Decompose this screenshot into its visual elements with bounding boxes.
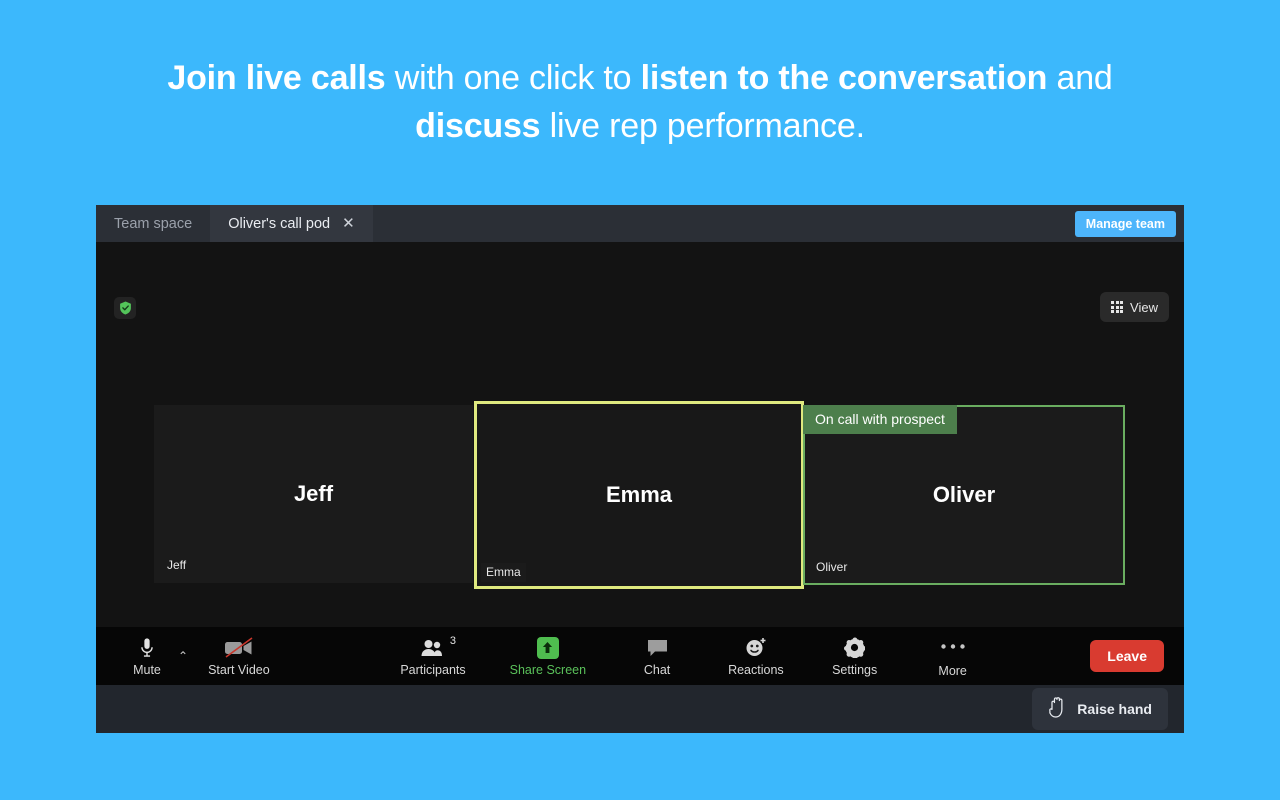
share-screen-button[interactable]: Share Screen bbox=[510, 636, 586, 677]
chat-label: Chat bbox=[643, 662, 671, 677]
settings-label: Settings bbox=[832, 662, 878, 677]
headline-segment-5: discuss bbox=[415, 107, 541, 145]
toolbar-left-group: Mute ⌃ Start Video bbox=[96, 636, 270, 677]
gear-icon bbox=[844, 636, 866, 660]
participant-chip-emma: Emma bbox=[481, 563, 526, 582]
participant-chip-jeff: Jeff bbox=[162, 556, 192, 575]
toolbar-center-group: 3 Participants Share Screen Chat Reactio… bbox=[270, 634, 1091, 678]
video-stage: View Jeff Jeff Emma Emma On call with pr… bbox=[96, 242, 1184, 627]
share-screen-icon bbox=[536, 636, 559, 660]
mute-label: Mute bbox=[133, 662, 161, 677]
chat-bubble-icon bbox=[646, 636, 669, 660]
toolbar-right-group: Leave bbox=[1090, 640, 1184, 672]
chat-button[interactable]: Chat bbox=[630, 636, 684, 677]
headline-segment-4: and bbox=[1047, 59, 1113, 97]
raised-hand-icon bbox=[1048, 697, 1067, 721]
headline-segment-2: with one click to bbox=[385, 59, 641, 97]
start-video-label: Start Video bbox=[208, 662, 270, 677]
more-button[interactable]: More bbox=[926, 634, 980, 678]
chevron-up-icon[interactable]: ⌃ bbox=[178, 650, 188, 662]
call-toolbar: Mute ⌃ Start Video 3 Participants Share … bbox=[96, 627, 1184, 685]
reactions-icon bbox=[745, 636, 767, 660]
titlebar: Team space Oliver's call pod ✕ Manage te… bbox=[96, 205, 1184, 242]
tab-olivers-call-pod[interactable]: Oliver's call pod ✕ bbox=[210, 205, 373, 242]
participant-tile-emma[interactable]: Emma Emma bbox=[474, 401, 804, 589]
mute-button[interactable]: Mute bbox=[120, 636, 174, 677]
share-screen-label: Share Screen bbox=[509, 662, 587, 677]
raise-hand-label: Raise hand bbox=[1077, 701, 1152, 717]
participant-name-oliver: Oliver bbox=[932, 482, 996, 507]
participant-name-emma: Emma bbox=[605, 482, 673, 507]
leave-button[interactable]: Leave bbox=[1090, 640, 1164, 672]
settings-button[interactable]: Settings bbox=[828, 636, 882, 677]
microphone-icon bbox=[140, 636, 154, 660]
reactions-label: Reactions bbox=[728, 662, 784, 677]
participant-name-jeff: Jeff bbox=[293, 481, 334, 506]
participants-button[interactable]: 3 Participants bbox=[400, 635, 466, 677]
tab-olivers-call-pod-label: Oliver's call pod bbox=[228, 215, 331, 232]
video-call-window: Team space Oliver's call pod ✕ Manage te… bbox=[96, 205, 1184, 733]
participants-count: 3 bbox=[449, 634, 456, 647]
headline-segment-3: listen to the conversation bbox=[640, 59, 1048, 97]
on-call-status-badge: On call with prospect bbox=[803, 405, 957, 434]
start-video-button[interactable]: Start Video bbox=[208, 636, 270, 677]
ellipsis-icon bbox=[940, 634, 966, 658]
participants-label: Participants bbox=[400, 662, 466, 677]
participants-icon: 3 bbox=[420, 635, 456, 660]
headline-segment-6: live rep performance. bbox=[540, 107, 865, 145]
manage-team-button[interactable]: Manage team bbox=[1074, 210, 1176, 237]
titlebar-spacer bbox=[373, 205, 1075, 242]
reactions-button[interactable]: Reactions bbox=[728, 636, 784, 677]
page-headline: Join live calls with one click to listen… bbox=[0, 54, 1280, 150]
participant-chip-oliver: Oliver bbox=[811, 558, 853, 577]
video-off-icon bbox=[223, 636, 255, 660]
bottom-bar: Raise hand bbox=[96, 685, 1184, 733]
participant-tiles: Jeff Jeff Emma Emma On call with prospec… bbox=[96, 242, 1184, 627]
headline-segment-1: Join live calls bbox=[167, 59, 386, 97]
tab-team-space-label: Team space bbox=[114, 215, 193, 232]
raise-hand-button[interactable]: Raise hand bbox=[1032, 688, 1168, 730]
participant-tile-jeff[interactable]: Jeff Jeff bbox=[154, 405, 473, 583]
more-label: More bbox=[938, 664, 967, 679]
tab-team-space[interactable]: Team space bbox=[96, 205, 210, 242]
participant-tile-oliver[interactable]: On call with prospect Oliver Oliver bbox=[803, 405, 1125, 585]
close-icon[interactable]: ✕ bbox=[342, 216, 355, 231]
